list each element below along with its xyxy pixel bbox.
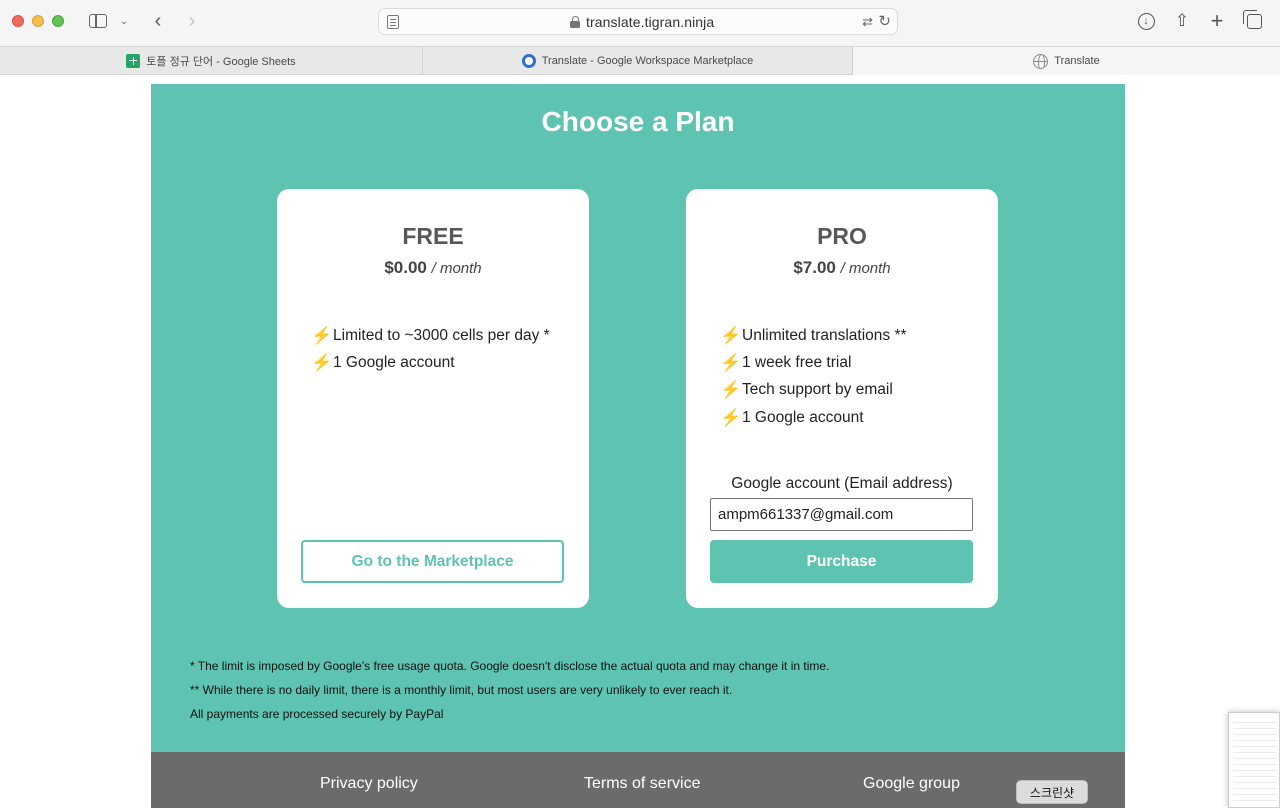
feature-text: Limited to ~3000 cells per day * xyxy=(333,326,550,344)
tab-label: Translate xyxy=(1054,55,1100,67)
pricing-section: Choose a Plan FREE $0.00 / month ⚡ Limite… xyxy=(151,84,1125,752)
google-group-link[interactable]: Google group xyxy=(863,775,960,793)
feature-text: 1 Google account xyxy=(333,353,455,371)
tab-translate[interactable]: Translate xyxy=(853,47,1280,75)
terms-of-service-link[interactable]: Terms of service xyxy=(584,775,700,793)
footer: Privacy policy Terms of service Google g… xyxy=(151,752,1125,808)
marketplace-icon xyxy=(521,54,536,68)
email-label: Google account (Email address) xyxy=(731,475,953,492)
feature-item: ⚡ Tech support by email xyxy=(720,377,907,404)
lightning-icon: ⚡ xyxy=(720,352,742,372)
reload-icon[interactable]: ↻ xyxy=(878,12,891,30)
lightning-icon: ⚡ xyxy=(311,352,333,372)
tab-label: 토플 정규 단어 - Google Sheets xyxy=(146,56,296,68)
feature-item: ⚡ Unlimited translations ** xyxy=(720,322,907,349)
feature-text: 1 week free trial xyxy=(742,353,852,371)
privacy-policy-link[interactable]: Privacy policy xyxy=(320,775,418,793)
plan-name: FREE xyxy=(402,223,464,249)
close-window-button[interactable] xyxy=(12,15,24,27)
tab-overview-icon[interactable] xyxy=(1242,9,1264,32)
go-to-marketplace-button[interactable]: Go to the Marketplace xyxy=(301,540,564,583)
plan-price: $7.00 / month xyxy=(686,258,998,278)
feature-item: ⚡ 1 week free trial xyxy=(720,349,907,376)
page-menu-icon[interactable] xyxy=(387,15,399,29)
minimize-window-button[interactable] xyxy=(32,15,44,27)
feature-item: ⚡ 1 Google account xyxy=(720,404,907,431)
lightning-icon: ⚡ xyxy=(720,407,742,427)
lightning-icon: ⚡ xyxy=(720,325,742,345)
footnote: ** While there is no daily limit, there … xyxy=(190,683,733,697)
email-field[interactable] xyxy=(710,498,973,531)
purchase-button[interactable]: Purchase xyxy=(710,540,973,583)
zoom-window-button[interactable] xyxy=(52,15,64,27)
page-title: Choose a Plan xyxy=(541,106,735,137)
feature-text: Unlimited translations ** xyxy=(742,326,907,344)
screenshot-tooltip: 스크린샷 xyxy=(1016,780,1088,804)
share-icon[interactable]: ⇧ xyxy=(1172,10,1192,32)
plan-price: $0.00 / month xyxy=(277,258,589,278)
feature-list: ⚡ Limited to ~3000 cells per day * ⚡ 1 Goo… xyxy=(311,322,550,377)
screenshot-thumbnail[interactable] xyxy=(1228,712,1280,808)
globe-icon xyxy=(1033,53,1049,69)
price-period: / month xyxy=(840,260,891,277)
sheets-icon xyxy=(126,54,141,68)
feature-item: ⚡ 1 Google account xyxy=(311,349,550,376)
sidebar-toggle-icon[interactable] xyxy=(86,10,110,32)
lightning-icon: ⚡ xyxy=(311,325,333,345)
browser-toolbar: ⌄ ‹ › translate.tigran.ninja ⇄ ↻ ↓ ⇧ + xyxy=(0,0,1280,46)
lightning-icon: ⚡ xyxy=(720,380,742,400)
feature-list: ⚡ Unlimited translations ** ⚡ 1 week free … xyxy=(720,322,907,431)
lock-icon xyxy=(570,16,580,28)
url-text[interactable]: translate.tigran.ninja xyxy=(586,14,714,30)
tab-label: Translate - Google Workspace Marketplace xyxy=(541,55,754,67)
price-amount: $7.00 xyxy=(793,258,836,277)
footnotes: * The limit is imposed by Google's free … xyxy=(190,657,829,729)
tab-workspace-marketplace[interactable]: Translate - Google Workspace Marketplace xyxy=(423,47,853,75)
address-bar[interactable]: translate.tigran.ninja ⇄ ↻ xyxy=(378,8,898,35)
forward-button[interactable]: › xyxy=(182,10,202,32)
plan-card-pro: PRO $7.00 / month ⚡ Unlimited translation… xyxy=(686,189,998,608)
chevron-down-icon[interactable]: ⌄ xyxy=(116,10,132,32)
price-period: / month xyxy=(431,260,482,277)
footnote: All payments are processed securely by P… xyxy=(190,707,444,721)
downloads-icon[interactable]: ↓ xyxy=(1136,10,1156,32)
plan-card-free: FREE $0.00 / month ⚡ Limited to ~3000 cel… xyxy=(277,189,589,608)
new-tab-icon[interactable]: + xyxy=(1207,8,1227,33)
feature-text: 1 Google account xyxy=(742,408,864,426)
footnote: * The limit is imposed by Google's free … xyxy=(190,659,830,673)
feature-item: ⚡ Limited to ~3000 cells per day * xyxy=(311,322,550,349)
feature-text: Tech support by email xyxy=(742,381,893,399)
back-button[interactable]: ‹ xyxy=(148,10,168,32)
tab-google-sheets[interactable]: 토플 정규 단어 - Google Sheets xyxy=(0,47,423,75)
translate-icon[interactable]: ⇄ xyxy=(862,14,873,30)
tab-bar: 토플 정규 단어 - Google Sheets Translate - Goo… xyxy=(0,46,1280,75)
price-amount: $0.00 xyxy=(384,258,427,277)
plan-name: PRO xyxy=(817,223,867,249)
